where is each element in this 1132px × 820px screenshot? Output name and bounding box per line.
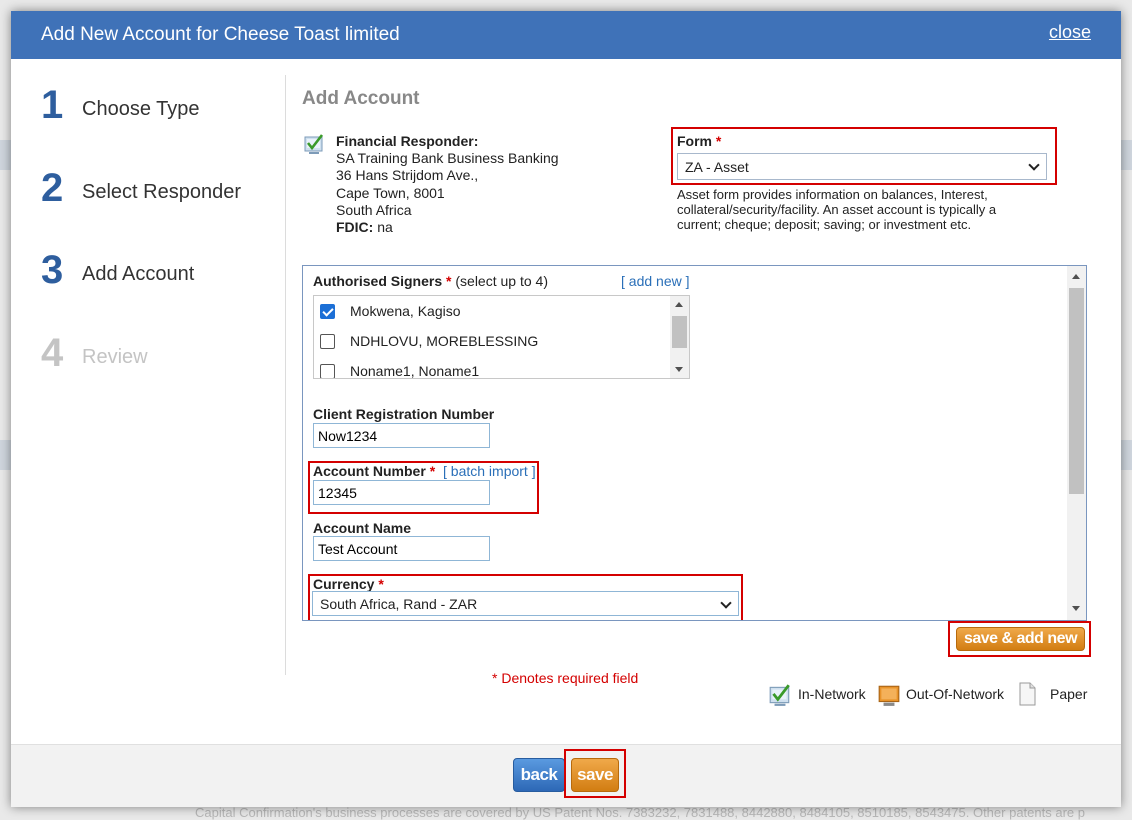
required-marker: * xyxy=(715,133,722,149)
scrollbar-thumb[interactable] xyxy=(672,316,687,348)
close-link[interactable]: close xyxy=(1049,22,1091,43)
account-number-label-text: Account Number xyxy=(313,463,426,479)
responder-country: South Africa xyxy=(336,201,412,218)
add-account-modal: Add New Account for Cheese Toast limited… xyxy=(11,11,1121,807)
currency-label-text: Currency xyxy=(313,576,375,592)
signers-scrollbar[interactable] xyxy=(670,296,689,378)
modal-header: Add New Account for Cheese Toast limited… xyxy=(11,11,1121,59)
scroll-down-arrow-icon[interactable] xyxy=(1072,606,1080,611)
responder-heading: Financial Responder: xyxy=(336,133,479,149)
step-label: Select Responder xyxy=(82,181,241,203)
modal-title: Add New Account for Cheese Toast limited xyxy=(41,24,400,45)
form-label: Form * xyxy=(677,133,721,149)
signer-name: Mokwena, Kagiso xyxy=(350,303,461,319)
form-select-value: ZA - Asset xyxy=(685,159,749,175)
save-and-add-new-button[interactable]: save & add new xyxy=(956,627,1085,651)
responder-address-line2: Cape Town, 8001 xyxy=(336,184,445,201)
required-marker: * xyxy=(446,273,452,289)
currency-select-value: South Africa, Rand - ZAR xyxy=(320,596,478,612)
chevron-down-icon xyxy=(1028,159,1040,171)
step-number: 4 xyxy=(41,331,64,375)
steps-divider xyxy=(285,75,286,675)
signers-list[interactable]: Mokwena, Kagiso NDHLOVU, MOREBLESSING No… xyxy=(313,295,690,379)
step-select-responder: 2 Select Responder xyxy=(41,166,281,216)
client-registration-label: Client Registration Number xyxy=(313,406,495,422)
legend-label: In-Network xyxy=(798,686,866,702)
scroll-up-arrow-icon[interactable] xyxy=(1072,274,1080,279)
step-label: Choose Type xyxy=(82,98,200,120)
client-registration-input[interactable] xyxy=(313,423,490,448)
account-number-label: Account Number * xyxy=(313,463,435,479)
step-number: 2 xyxy=(41,166,64,210)
account-fields-panel: Authorised Signers * (select up to 4) [ … xyxy=(302,265,1087,621)
signer-name: Noname1, Noname1 xyxy=(350,363,480,379)
step-add-account: 3 Add Account xyxy=(41,248,281,298)
form-description: Asset form provides information on balan… xyxy=(677,187,997,232)
signers-note: (select up to 4) xyxy=(455,273,548,289)
panel-scrollbar[interactable] xyxy=(1067,266,1086,620)
add-new-signer-link[interactable]: [ add new ] xyxy=(621,273,690,289)
scroll-up-arrow-icon[interactable] xyxy=(675,302,683,307)
signer-checkbox[interactable] xyxy=(320,334,335,349)
list-item[interactable]: NDHLOVU, MOREBLESSING xyxy=(314,326,674,356)
batch-import-link[interactable]: [ batch import ] xyxy=(443,463,536,479)
chevron-down-icon xyxy=(720,597,732,609)
required-field-note: * Denotes required field xyxy=(492,670,639,686)
account-name-label: Account Name xyxy=(313,520,412,536)
fdic-value: na xyxy=(377,219,393,236)
form-label-text: Form xyxy=(677,133,712,149)
legend-label: Paper xyxy=(1050,686,1088,702)
legend-label: Out-Of-Network xyxy=(906,686,1005,702)
responder-name: SA Training Bank Business Banking xyxy=(336,150,559,167)
paper-icon xyxy=(1019,682,1036,706)
account-name-input[interactable] xyxy=(313,536,490,561)
step-number: 1 xyxy=(41,83,64,127)
signer-checkbox[interactable] xyxy=(320,304,335,319)
required-marker: * xyxy=(378,576,384,592)
background-footer-text: Capital Confirmation's business processe… xyxy=(195,805,1085,820)
step-label: Review xyxy=(82,346,148,368)
fdic-label: FDIC: xyxy=(336,219,374,236)
list-item[interactable]: Mokwena, Kagiso xyxy=(314,296,674,326)
currency-select[interactable]: South Africa, Rand - ZAR xyxy=(312,591,739,616)
back-button[interactable]: back xyxy=(513,758,565,792)
signers-label-text: Authorised Signers xyxy=(313,273,443,289)
form-select[interactable]: ZA - Asset xyxy=(677,153,1047,180)
step-number: 3 xyxy=(41,248,64,292)
required-marker: * xyxy=(429,463,436,479)
responder-details: Financial Responder: SA Training Bank Bu… xyxy=(336,133,559,236)
in-network-icon xyxy=(769,684,790,706)
save-button[interactable]: save xyxy=(571,758,619,792)
signer-checkbox[interactable] xyxy=(320,364,335,378)
scrollbar-thumb[interactable] xyxy=(1069,288,1084,494)
step-review: 4 Review xyxy=(41,331,281,381)
section-title: Add Account xyxy=(302,88,420,109)
responder-address-line1: 36 Hans Strijdom Ave., xyxy=(336,167,479,184)
account-number-input[interactable] xyxy=(313,480,490,505)
currency-label: Currency * xyxy=(313,576,384,592)
scroll-down-arrow-icon[interactable] xyxy=(675,367,683,372)
signers-label: Authorised Signers * (select up to 4) xyxy=(313,273,548,289)
list-item[interactable]: Noname1, Noname1 xyxy=(314,356,674,379)
step-label: Add Account xyxy=(82,263,195,285)
signer-name: NDHLOVU, MOREBLESSING xyxy=(350,333,539,349)
modal-footer: back save xyxy=(11,744,1121,807)
in-network-icon xyxy=(304,134,324,154)
step-choose-type: 1 Choose Type xyxy=(41,83,281,133)
out-of-network-icon xyxy=(878,685,900,706)
